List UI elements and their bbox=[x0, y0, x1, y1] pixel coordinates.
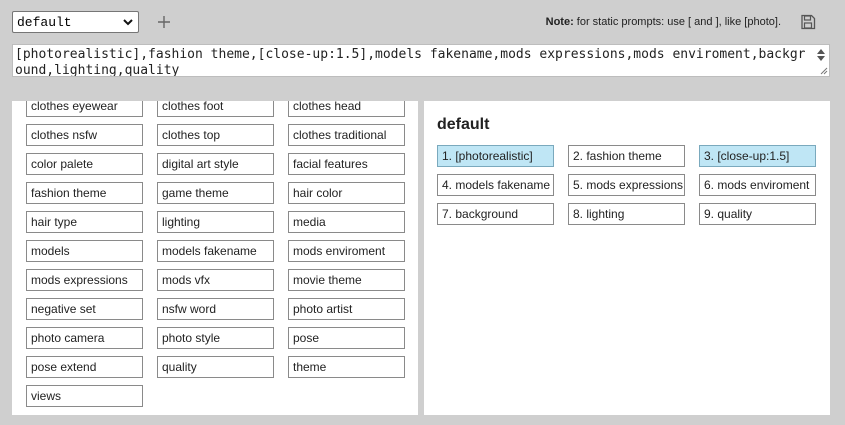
preset-slot[interactable]: 9. quality bbox=[699, 203, 816, 225]
preset-slot[interactable]: 3. [close-up:1.5] bbox=[699, 145, 816, 167]
category-button[interactable]: clothes head bbox=[288, 101, 405, 117]
category-grid: clothes eyewear clothes foot clothes head c… bbox=[26, 101, 406, 407]
note-label: Note: bbox=[545, 16, 574, 28]
category-button[interactable]: quality bbox=[157, 356, 274, 378]
toolbar: default Note: for static prompts: use [ … bbox=[0, 0, 845, 44]
category-button[interactable]: theme bbox=[288, 356, 405, 378]
preset-slot[interactable]: 4. models fakename bbox=[437, 174, 554, 196]
category-button[interactable]: mods enviroment bbox=[288, 240, 405, 262]
category-button[interactable]: pose extend bbox=[26, 356, 143, 378]
category-button[interactable]: negative set bbox=[26, 298, 143, 320]
preset-slot-grid: 1. [photorealistic] 2. fashion theme 3. [c… bbox=[437, 145, 816, 225]
category-button[interactable]: hair type bbox=[26, 211, 143, 233]
scroll-up-icon[interactable] bbox=[817, 49, 825, 54]
category-button[interactable]: game theme bbox=[157, 182, 274, 204]
chevron-down-icon bbox=[123, 19, 133, 26]
category-button[interactable]: fashion theme bbox=[26, 182, 143, 204]
prompt-scrollbar[interactable] bbox=[814, 46, 828, 75]
category-button[interactable]: lighting bbox=[157, 211, 274, 233]
category-button[interactable]: views bbox=[26, 385, 143, 407]
category-button[interactable]: photo camera bbox=[26, 327, 143, 349]
preset-title: default bbox=[437, 116, 490, 133]
floppy-disk-icon bbox=[801, 14, 816, 30]
category-button[interactable]: digital art style bbox=[157, 153, 274, 175]
category-button[interactable]: clothes traditional bbox=[288, 124, 405, 146]
plus-icon bbox=[158, 16, 170, 28]
preset-slot[interactable]: 2. fashion theme bbox=[568, 145, 685, 167]
preset-select-value: default bbox=[17, 14, 72, 30]
category-button[interactable]: models fakename bbox=[157, 240, 274, 262]
add-preset-button[interactable] bbox=[153, 11, 175, 33]
category-button[interactable]: photo artist bbox=[288, 298, 405, 320]
category-button[interactable]: movie theme bbox=[288, 269, 405, 291]
category-button[interactable]: clothes nsfw bbox=[26, 124, 143, 146]
prompt-text[interactable]: [photorealistic],fashion theme,[close-up… bbox=[15, 47, 811, 76]
category-button[interactable]: mods vfx bbox=[157, 269, 274, 291]
scroll-down-icon[interactable] bbox=[817, 56, 825, 61]
category-button[interactable]: hair color bbox=[288, 182, 405, 204]
static-prompt-note: Note: for static prompts: use [ and ], l… bbox=[546, 16, 781, 28]
resize-grip-icon[interactable] bbox=[818, 65, 828, 75]
category-button[interactable]: mods expressions bbox=[26, 269, 143, 291]
preset-slot[interactable]: 8. lighting bbox=[568, 203, 685, 225]
category-button[interactable]: clothes eyewear bbox=[26, 101, 143, 117]
prompt-textarea[interactable]: [photorealistic],fashion theme,[close-up… bbox=[12, 44, 830, 77]
save-button[interactable] bbox=[797, 11, 819, 33]
category-panel: clothes eyewear clothes foot clothes head c… bbox=[12, 101, 418, 415]
category-button[interactable]: photo style bbox=[157, 327, 274, 349]
category-button[interactable]: clothes foot bbox=[157, 101, 274, 117]
note-text: for static prompts: use [ and ], like [p… bbox=[573, 16, 781, 28]
preset-select[interactable]: default bbox=[12, 11, 139, 33]
preset-slot[interactable]: 5. mods expressions bbox=[568, 174, 685, 196]
category-button[interactable]: facial features bbox=[288, 153, 405, 175]
category-button[interactable]: pose bbox=[288, 327, 405, 349]
category-button[interactable]: clothes top bbox=[157, 124, 274, 146]
preset-slot[interactable]: 7. background bbox=[437, 203, 554, 225]
category-button[interactable]: nsfw word bbox=[157, 298, 274, 320]
preset-slot[interactable]: 6. mods enviroment bbox=[699, 174, 816, 196]
category-button[interactable]: color palete bbox=[26, 153, 143, 175]
preset-panel: default 1. [photorealistic] 2. fashion th… bbox=[424, 101, 830, 415]
category-button[interactable]: media bbox=[288, 211, 405, 233]
category-button[interactable]: models bbox=[26, 240, 143, 262]
preset-slot[interactable]: 1. [photorealistic] bbox=[437, 145, 554, 167]
